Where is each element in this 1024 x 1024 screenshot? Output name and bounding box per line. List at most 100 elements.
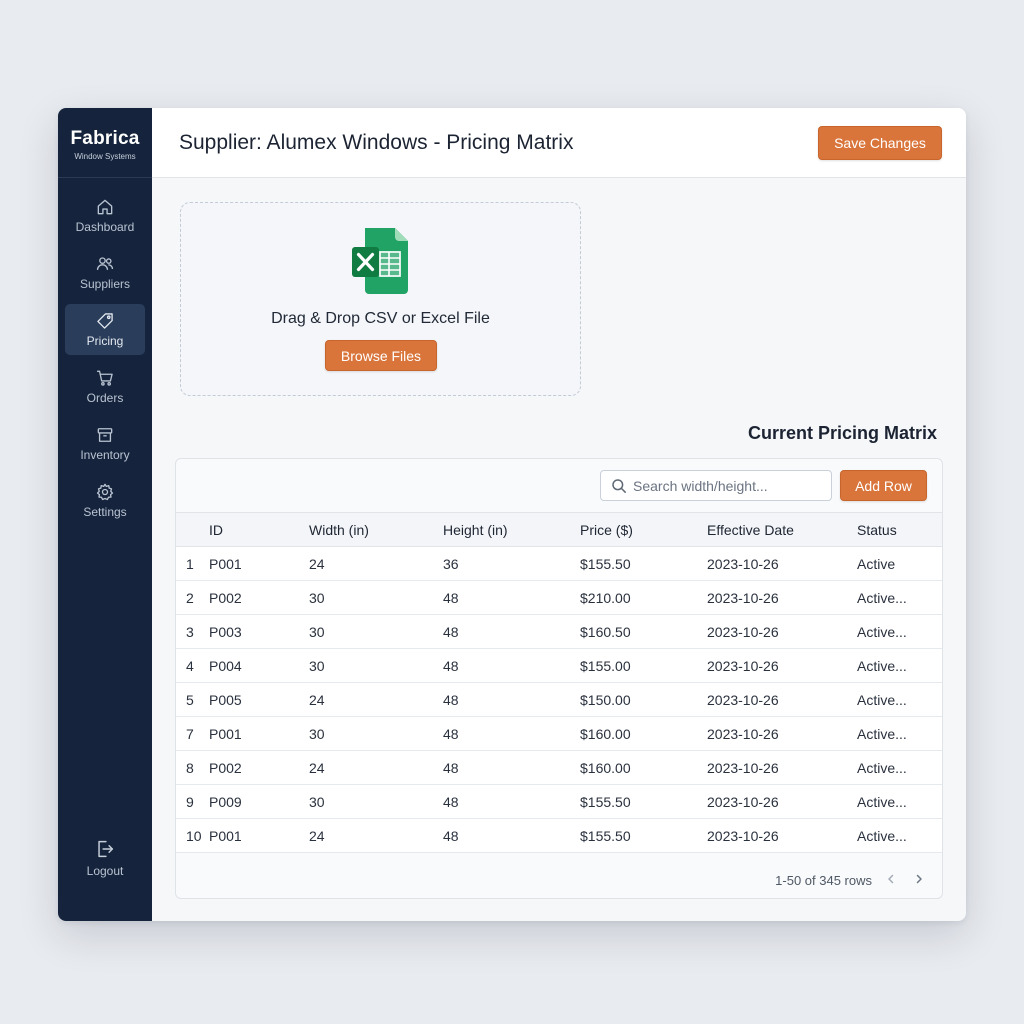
save-changes-button[interactable]: Save Changes [818,126,942,160]
row-number: 3 [176,614,209,649]
cell-status[interactable]: Active... [857,784,942,819]
cart-icon [97,370,113,386]
cell-width[interactable]: 24 [309,750,443,785]
sidebar-item-orders[interactable]: Orders [65,361,145,412]
cell-effective-date[interactable]: 2023-10-26 [707,716,857,751]
column-header-index [176,512,209,547]
cell-id[interactable]: P002 [209,750,309,785]
cell-height[interactable]: 36 [443,546,580,581]
cell-width[interactable]: 24 [309,682,443,717]
cell-effective-date[interactable]: 2023-10-26 [707,784,857,819]
cell-effective-date[interactable]: 2023-10-26 [707,682,857,717]
cell-effective-date[interactable]: 2023-10-26 [707,546,857,581]
cell-height[interactable]: 48 [443,682,580,717]
brand-name: Fabrica [70,128,140,149]
cell-price[interactable]: $155.00 [580,648,707,683]
sidebar-item-settings[interactable]: Settings [65,475,145,526]
logout-button[interactable]: Logout [65,834,145,878]
search-input[interactable] [633,475,823,497]
table-row[interactable]: 3 P003 30 48 $160.50 2023-10-26 Active..… [176,614,942,649]
table-header-row: ID Width (in) Height (in) Price ($) Effe… [176,512,942,547]
cell-height[interactable]: 48 [443,784,580,819]
cell-status[interactable]: Active... [857,682,942,717]
table-row[interactable]: 7 P001 30 48 $160.00 2023-10-26 Active..… [176,716,942,751]
cell-effective-date[interactable]: 2023-10-26 [707,648,857,683]
cell-id[interactable]: P004 [209,648,309,683]
column-header-width[interactable]: Width (in) [309,512,443,547]
cell-effective-date[interactable]: 2023-10-26 [707,614,857,649]
cell-height[interactable]: 48 [443,580,580,615]
cell-id[interactable]: P001 [209,818,309,853]
pagination: 1-50 of 345 rows [775,872,928,888]
cell-price[interactable]: $155.50 [580,818,707,853]
cell-effective-date[interactable]: 2023-10-26 [707,818,857,853]
column-header-height[interactable]: Height (in) [443,512,580,547]
cell-id[interactable]: P002 [209,580,309,615]
cell-status[interactable]: Active... [857,750,942,785]
cell-width[interactable]: 30 [309,648,443,683]
column-header-status[interactable]: Status [857,512,942,547]
column-header-id[interactable]: ID [209,512,309,547]
cell-price[interactable]: $150.00 [580,682,707,717]
add-row-button[interactable]: Add Row [840,470,927,501]
cell-id[interactable]: P001 [209,716,309,751]
cell-height[interactable]: 48 [443,750,580,785]
table-row[interactable]: 4 P004 30 48 $155.00 2023-10-26 Active..… [176,648,942,683]
sidebar-item-inventory[interactable]: Inventory [65,418,145,469]
cell-price[interactable]: $160.50 [580,614,707,649]
cell-width[interactable]: 24 [309,818,443,853]
chevron-left-icon [888,874,894,884]
cell-price[interactable]: $160.00 [580,750,707,785]
cell-status[interactable]: Active... [857,614,942,649]
column-header-effective-date[interactable]: Effective Date [707,512,857,547]
cell-id[interactable]: P009 [209,784,309,819]
cell-price[interactable]: $155.50 [580,784,707,819]
cell-price[interactable]: $210.00 [580,580,707,615]
table-row[interactable]: 1 P001 24 36 $155.50 2023-10-26 Active [176,546,942,581]
cell-price[interactable]: $160.00 [580,716,707,751]
cell-status[interactable]: Active... [857,580,942,615]
logout-icon [98,840,114,858]
cell-id[interactable]: P003 [209,614,309,649]
sidebar-item-dashboard[interactable]: Dashboard [65,190,145,241]
previous-page-button[interactable] [884,872,900,888]
cell-width[interactable]: 30 [309,614,443,649]
pagination-text: 1-50 of 345 rows [775,872,872,888]
cell-height[interactable]: 48 [443,818,580,853]
search-box[interactable] [600,470,832,501]
table-row[interactable]: 9 P009 30 48 $155.50 2023-10-26 Active..… [176,784,942,819]
next-page-button[interactable] [912,872,928,888]
page-title: Supplier: Alumex Windows - Pricing Matri… [179,131,574,154]
table-row[interactable]: 10 P001 24 48 $155.50 2023-10-26 Active.… [176,818,942,853]
sidebar-item-label: Orders [86,391,124,405]
cell-width[interactable]: 30 [309,580,443,615]
cell-id[interactable]: P005 [209,682,309,717]
file-dropzone[interactable]: Drag & Drop CSV or Excel File Browse Fil… [180,202,581,396]
sidebar-item-pricing[interactable]: Pricing [65,304,145,355]
table-row[interactable]: 8 P002 24 48 $160.00 2023-10-26 Active..… [176,750,942,785]
cell-status[interactable]: Active... [857,716,942,751]
cell-width[interactable]: 24 [309,546,443,581]
cell-height[interactable]: 48 [443,716,580,751]
table-row[interactable]: 5 P005 24 48 $150.00 2023-10-26 Active..… [176,682,942,717]
header: Supplier: Alumex Windows - Pricing Matri… [152,108,966,178]
cell-status[interactable]: Active... [857,648,942,683]
cell-id[interactable]: P001 [209,546,309,581]
cell-width[interactable]: 30 [309,716,443,751]
search-icon [612,479,626,493]
browse-files-button[interactable]: Browse Files [325,340,437,371]
cell-width[interactable]: 30 [309,784,443,819]
cell-height[interactable]: 48 [443,614,580,649]
column-header-price[interactable]: Price ($) [580,512,707,547]
cell-effective-date[interactable]: 2023-10-26 [707,580,857,615]
table-row[interactable]: 2 P002 30 48 $210.00 2023-10-26 Active..… [176,580,942,615]
sidebar-item-label: Suppliers [79,277,131,291]
sidebar-item-suppliers[interactable]: Suppliers [65,247,145,298]
cell-effective-date[interactable]: 2023-10-26 [707,750,857,785]
gear-icon [96,483,114,501]
cell-price[interactable]: $155.50 [580,546,707,581]
cell-status[interactable]: Active... [857,818,942,853]
row-number: 10 [176,818,209,853]
cell-height[interactable]: 48 [443,648,580,683]
cell-status[interactable]: Active [857,546,942,581]
